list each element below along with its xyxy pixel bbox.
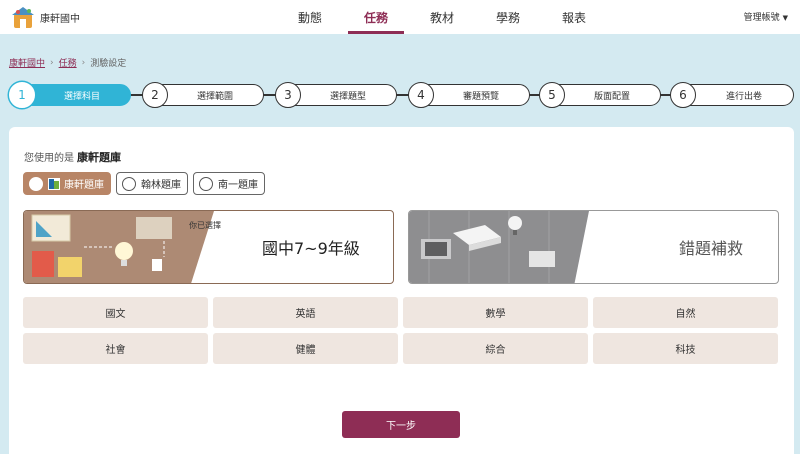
radio-kanghsuan[interactable]: 康軒題庫 <box>23 172 111 195</box>
radio-unchecked-icon <box>122 176 136 191</box>
mistake-review-title: 錯題補救 <box>679 239 744 258</box>
nav-tab-reports[interactable]: 報表 <box>541 0 607 34</box>
question-bank-current: 康軒題庫 <box>77 151 121 164</box>
step-label: 選擇範圍 <box>196 91 233 102</box>
subject-science[interactable]: 自然 <box>593 297 778 328</box>
step-label: 選擇題型 <box>329 91 366 102</box>
step-number: 3 <box>275 82 301 108</box>
step-6[interactable]: 進行出卷 6 <box>670 82 794 108</box>
kanghsuan-brand-icon <box>48 177 60 190</box>
breadcrumb-tasks-link[interactable]: 任務 <box>59 56 77 69</box>
subject-social[interactable]: 社會 <box>23 333 208 364</box>
step-2[interactable]: 選擇範圍 2 <box>142 82 264 108</box>
main-nav: 動態 任務 教材 學務 報表 <box>277 0 607 34</box>
subject-chinese[interactable]: 國文 <box>23 297 208 328</box>
grade-banner-title: 國中7~9年級 <box>262 239 360 258</box>
step-number: 4 <box>408 82 434 108</box>
subject-english[interactable]: 英語 <box>213 297 398 328</box>
step-number: 5 <box>539 82 565 108</box>
radio-label: 康軒題庫 <box>64 180 104 191</box>
top-navbar: 康軒國中 動態 任務 教材 學務 報表 管理帳號 ▼ <box>0 0 800 34</box>
subject-math[interactable]: 數學 <box>403 297 588 328</box>
nav-tab-tasks[interactable]: 任務 <box>343 0 409 34</box>
chevron-right-icon: › <box>50 57 54 68</box>
step-number: 6 <box>670 82 696 108</box>
nav-tab-academic[interactable]: 學務 <box>475 0 541 34</box>
step-4[interactable]: 審題預覽 4 <box>408 82 530 108</box>
school-logo[interactable]: 康軒國中 <box>10 3 94 31</box>
radio-hanlin[interactable]: 翰林題庫 <box>116 172 188 195</box>
nav-tab-materials[interactable]: 教材 <box>409 0 475 34</box>
account-menu[interactable]: 管理帳號 ▼ <box>744 10 788 23</box>
radio-checked-icon <box>29 176 43 191</box>
radio-label: 翰林題庫 <box>141 180 181 191</box>
step-number: 2 <box>142 82 168 108</box>
mistake-review-banner[interactable]: 錯題補救 <box>408 210 779 284</box>
school-name: 康軒國中 <box>40 13 80 25</box>
step-5[interactable]: 版面配置 5 <box>539 82 661 108</box>
question-bank-options: 康軒題庫 翰林題庫 南一題庫 <box>23 172 265 195</box>
radio-label: 南一題庫 <box>218 180 258 191</box>
subject-technology[interactable]: 科技 <box>593 333 778 364</box>
subject-selection-card: 您使用的是 康軒題庫 康軒題庫 翰林題庫 南一題庫 你已選擇 國中7~9年級 錯… <box>9 127 794 454</box>
question-bank-prefix: 您使用的是 <box>24 153 74 164</box>
question-bank-info: 您使用的是 康軒題庫 <box>24 149 121 165</box>
step-label: 審題預覽 <box>462 91 499 102</box>
school-logo-icon <box>10 4 36 30</box>
radio-unchecked-icon <box>199 176 213 191</box>
account-label: 管理帳號 <box>743 13 780 23</box>
radio-nani[interactable]: 南一題庫 <box>193 172 265 195</box>
chosen-label: 你已選擇 <box>189 221 221 230</box>
laptop-book-illustration <box>409 211 589 283</box>
breadcrumb: 康軒國中 › 任務 › 測驗設定 <box>9 56 127 70</box>
step-progress: 選擇科目 1 選擇範圍 2 選擇題型 3 審題預覽 4 版面配置 5 進行出卷 … <box>9 82 794 108</box>
grade-banner[interactable]: 你已選擇 國中7~9年級 <box>23 210 394 284</box>
subject-grid: 國文 英語 數學 自然 社會 健體 綜合 科技 <box>23 297 780 364</box>
caret-down-icon: ▼ <box>782 14 788 22</box>
classroom-illustration <box>24 211 214 283</box>
step-1[interactable]: 選擇科目 1 <box>9 82 131 108</box>
chevron-right-icon: › <box>81 57 86 68</box>
step-label: 版面配置 <box>593 91 630 102</box>
breadcrumb-current: 測驗設定 <box>90 59 127 69</box>
nav-tab-activity[interactable]: 動態 <box>277 0 343 34</box>
step-3[interactable]: 選擇題型 3 <box>275 82 397 108</box>
breadcrumb-school-link[interactable]: 康軒國中 <box>9 56 45 69</box>
subject-integrative[interactable]: 綜合 <box>403 333 588 364</box>
next-step-button[interactable]: 下一步 <box>342 411 460 438</box>
step-label: 進行出卷 <box>725 91 762 102</box>
step-number: 1 <box>9 82 35 108</box>
subject-health-pe[interactable]: 健體 <box>213 333 398 364</box>
step-label: 選擇科目 <box>63 91 100 102</box>
